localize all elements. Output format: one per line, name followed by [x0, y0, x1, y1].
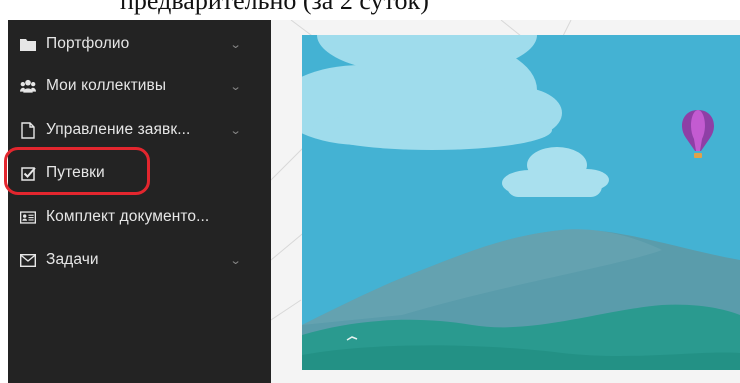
top-clipped-strip: предварительно (за 2 суток): [0, 0, 740, 20]
document-icon: [20, 121, 36, 139]
sidebar-item-label: Задачи: [46, 251, 99, 268]
sidebar-item-label: Мои коллективы: [46, 77, 167, 94]
chevron-down-icon: ⌄: [229, 254, 242, 267]
sidebar-item-tasks[interactable]: Задачи ⌄: [8, 246, 271, 274]
group-icon: [20, 78, 36, 94]
sidebar-item-portfolio[interactable]: Портфолио ⌄: [8, 30, 271, 58]
id-card-icon: [20, 209, 36, 225]
sidebar-item-label: Портфолио: [46, 35, 130, 52]
chevron-down-icon: ⌄: [229, 38, 242, 51]
sidebar-item-documents[interactable]: Комплект документо...: [8, 203, 271, 231]
red-highlight-annotation: [4, 147, 150, 195]
sidebar-menu: Портфолио ⌄ Мои коллективы ⌄ Управление …: [8, 20, 271, 383]
briefcase-icon: [20, 36, 36, 52]
sidebar-item-label: Управление заявк...: [46, 121, 191, 138]
landscape-illustration: [302, 35, 740, 370]
envelope-icon: [20, 252, 36, 268]
chevron-down-icon: ⌄: [229, 124, 242, 137]
clipped-heading-text: предварительно (за 2 суток): [120, 0, 429, 15]
sidebar-item-requests[interactable]: Управление заявк... ⌄: [8, 116, 271, 144]
chevron-down-icon: ⌄: [229, 80, 242, 93]
sidebar-item-collectives[interactable]: Мои коллективы ⌄: [8, 72, 271, 100]
sidebar-item-label: Комплект документо...: [46, 208, 210, 225]
